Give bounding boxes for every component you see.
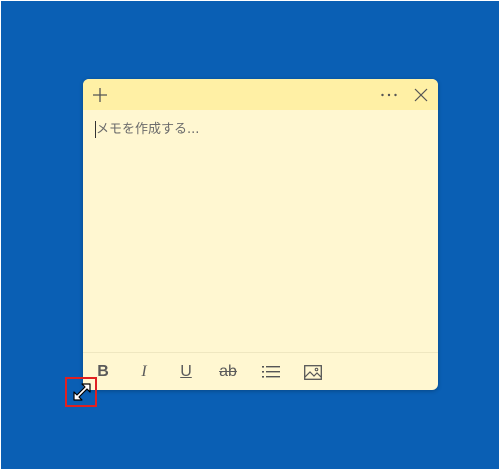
sticky-note-window: メモを作成する... B I U ab (83, 79, 438, 390)
image-icon (304, 364, 322, 380)
diagonal-resize-cursor-icon (73, 383, 91, 401)
close-button[interactable] (407, 79, 435, 110)
bold-label: B (97, 363, 109, 380)
new-note-button[interactable] (86, 79, 114, 110)
italic-label: I (141, 363, 147, 380)
underline-button[interactable]: U (172, 358, 200, 386)
italic-button[interactable]: I (130, 358, 158, 386)
note-text-area[interactable]: メモを作成する... (95, 119, 425, 349)
note-titlebar[interactable] (83, 79, 438, 110)
bulleted-list-button[interactable] (257, 358, 285, 386)
strikethrough-button[interactable]: ab (214, 358, 242, 386)
bulleted-list-icon (262, 366, 280, 378)
insert-image-button[interactable] (299, 358, 327, 386)
close-icon (414, 88, 428, 101)
strikethrough-label: ab (219, 363, 237, 380)
ellipsis-icon (381, 93, 397, 96)
underline-label: U (180, 363, 192, 380)
format-toolbar: B I U ab (83, 358, 438, 386)
note-placeholder: メモを作成する... (96, 122, 200, 137)
toolbar-divider (83, 352, 438, 353)
plus-icon (93, 87, 107, 102)
more-options-button[interactable] (375, 79, 403, 110)
